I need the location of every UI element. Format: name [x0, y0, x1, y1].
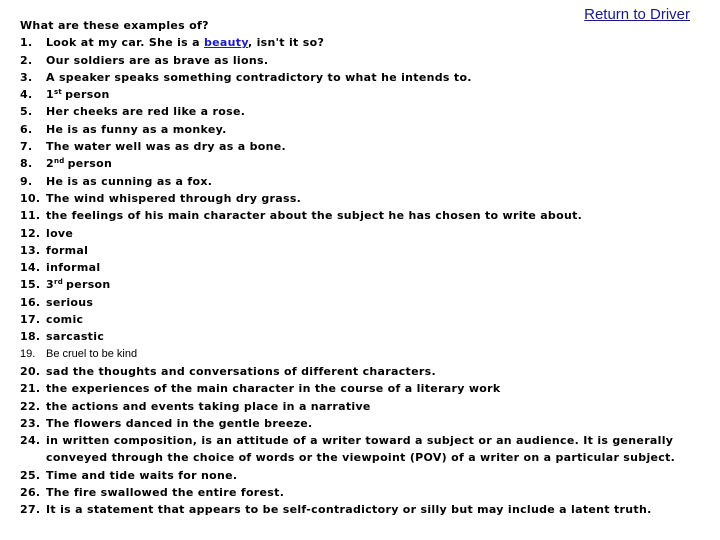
examples-content: What are these examples of? 1. Look at m… [20, 17, 710, 519]
item-number: 19. [20, 347, 36, 360]
item-text: 3rd person [46, 278, 111, 292]
item-number: 16. [20, 295, 41, 309]
item-text: in written composition, is an attitude o… [46, 434, 676, 465]
item-number: 24. [20, 434, 41, 448]
list-item: 16. serious [20, 294, 710, 311]
item-text: The wind whispered through dry grass. [46, 191, 302, 205]
list-item: 21. the experiences of the main characte… [20, 380, 710, 397]
item-text: comic [46, 313, 84, 327]
item-number: 17. [20, 313, 41, 327]
item-text: sarcastic [46, 330, 105, 344]
list-item: 1. Look at my car. She is a beauty, isn'… [20, 34, 710, 51]
list-item: 22. the actions and events taking place … [20, 398, 710, 415]
list-item: 2. Our soldiers are as brave as lions. [20, 52, 710, 69]
item-text: love [46, 226, 74, 240]
item-text: the experiences of the main character in… [46, 382, 501, 396]
item-text: Time and tide waits for none. [46, 468, 238, 482]
item-text: The fire swallowed the entire forest. [46, 486, 285, 500]
item-text: A speaker speaks something contradictory… [46, 70, 472, 84]
list-item: 14. informal [20, 259, 710, 276]
item-number: 1. [20, 36, 33, 50]
list-item: 5. Her cheeks are red like a rose. [20, 103, 710, 120]
item-number: 11. [20, 209, 41, 223]
list-item: 25. Time and tide waits for none. [20, 467, 710, 484]
list-item: 8. 2nd person [20, 155, 710, 172]
item-text: serious [46, 295, 94, 309]
list-item: 4. 1st person [20, 86, 710, 103]
item-number: 2. [20, 53, 33, 67]
item-text: Look at my car. She is a beauty, isn't i… [46, 36, 325, 50]
item-number: 25. [20, 468, 41, 482]
item-text: the actions and events taking place in a… [46, 399, 371, 413]
item-text: He is as cunning as a fox. [46, 174, 213, 188]
item-number: 13. [20, 243, 41, 257]
list-item: 13. formal [20, 242, 710, 259]
list-item: 24. in written composition, is an attitu… [20, 432, 710, 467]
list-item: 17. comic [20, 311, 710, 328]
list-item: 6. He is as funny as a monkey. [20, 121, 710, 138]
item-text: sad the thoughts and conversations of di… [46, 364, 436, 378]
item-text: formal [46, 243, 89, 257]
item-number: 9. [20, 174, 33, 188]
item-number: 8. [20, 157, 33, 171]
item-number: 6. [20, 122, 33, 136]
item-text: It is a statement that appears to be sel… [46, 503, 652, 517]
list-item: 18. sarcastic [20, 328, 710, 345]
item-number: 14. [20, 261, 41, 275]
item-text: He is as funny as a monkey. [46, 122, 227, 136]
item-text: informal [46, 261, 101, 275]
item-number: 23. [20, 416, 41, 430]
list-item: 3. A speaker speaks something contradict… [20, 69, 710, 86]
list-item: 15. 3rd person [20, 276, 710, 293]
list-item: 26. The fire swallowed the entire forest… [20, 484, 710, 501]
item-text: Be cruel to be kind [46, 347, 138, 360]
item-number: 20. [20, 364, 41, 378]
list-item: 23. The flowers danced in the gentle bre… [20, 415, 710, 432]
item-text: the feelings of his main character about… [46, 209, 583, 223]
beauty-link[interactable]: beauty [204, 36, 248, 49]
item-text: The flowers danced in the gentle breeze. [46, 416, 313, 430]
list-item: 9. He is as cunning as a fox. [20, 173, 710, 190]
item-number: 18. [20, 330, 41, 344]
item-text: Our soldiers are as brave as lions. [46, 53, 269, 67]
item-text: The water well was as dry as a bone. [46, 140, 286, 154]
examples-list: 1. Look at my car. She is a beauty, isn'… [20, 34, 710, 518]
question-heading: What are these examples of? [20, 19, 209, 32]
list-item: 27. It is a statement that appears to be… [20, 501, 710, 518]
list-item: 19. Be cruel to be kind [20, 346, 710, 363]
item-number: 4. [20, 88, 33, 102]
list-item: 10. The wind whispered through dry grass… [20, 190, 710, 207]
item-number: 10. [20, 191, 41, 205]
item-number: 7. [20, 140, 33, 154]
item-number: 26. [20, 486, 41, 500]
item-text: 1st person [46, 88, 110, 102]
list-item: 20. sad the thoughts and conversations o… [20, 363, 710, 380]
item-number: 15. [20, 278, 41, 292]
list-item: 12. love [20, 225, 710, 242]
item-text: 2nd person [46, 157, 113, 171]
list-item: 11. the feelings of his main character a… [20, 207, 710, 224]
item-number: 3. [20, 70, 33, 84]
item-number: 12. [20, 226, 41, 240]
list-item: 7. The water well was as dry as a bone. [20, 138, 710, 155]
item-text: Her cheeks are red like a rose. [46, 105, 246, 119]
item-number: 21. [20, 382, 41, 396]
item-number: 22. [20, 399, 41, 413]
item-number: 27. [20, 503, 41, 517]
item-number: 5. [20, 105, 33, 119]
